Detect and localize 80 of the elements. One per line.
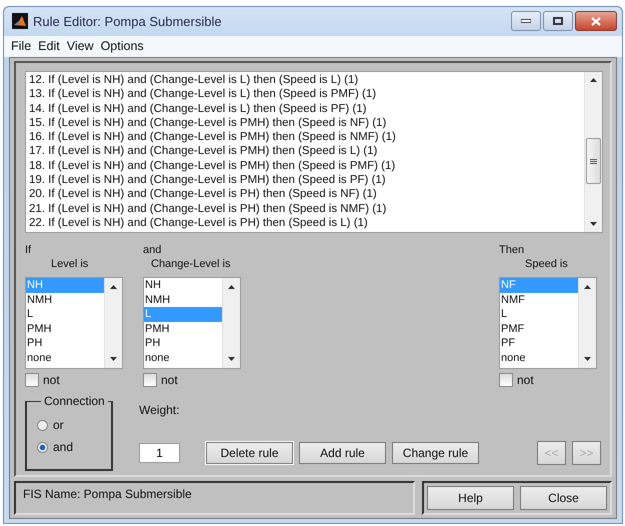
scrollbar[interactable]	[222, 278, 240, 368]
scrollbar[interactable]	[584, 72, 602, 232]
rule-item[interactable]: 13. If (Level is NH) and (Change-Level is L) then (Speed is PMF) (1)	[29, 87, 581, 102]
variable-label: Speed is	[524, 258, 569, 272]
checkbox-label: not	[43, 373, 60, 387]
down-arrow-icon	[228, 357, 235, 361]
section-label: and	[143, 244, 162, 258]
list-option[interactable]: NMH	[144, 292, 222, 307]
window-title: Rule Editor: Pompa Submersible	[33, 14, 222, 29]
rule-item[interactable]: 19. If (Level is NH) and (Change-Level is PMH) then (Speed is PF) (1)	[29, 173, 581, 188]
option-list[interactable]: NH NMH L PMH PH none	[143, 277, 241, 369]
grip-icon	[590, 158, 597, 164]
checkbox-label: not	[161, 373, 178, 387]
scrollbar[interactable]	[104, 278, 122, 368]
radio-label: or	[53, 418, 64, 432]
action-button[interactable]: Add rule	[299, 442, 386, 464]
weight-field[interactable]: 1	[139, 443, 180, 463]
dialog-button[interactable]: Help	[427, 486, 514, 510]
not-checkbox[interactable]	[499, 373, 513, 387]
rule-item[interactable]: 14. If (Level is NH) and (Change-Level is L) then (Speed is PF) (1)	[29, 102, 581, 116]
radio-button[interactable]	[37, 420, 48, 430]
list-option[interactable]: none	[26, 350, 104, 365]
rule-item[interactable]: 16. If (Level is NH) and (Change-Level is PMH) then (Speed is NMF) (1)	[29, 130, 581, 144]
not-checkbox[interactable]	[143, 373, 157, 387]
list-option[interactable]: none	[144, 350, 222, 365]
list-option[interactable]: PH	[26, 336, 104, 350]
rule-item[interactable]: 17. If (Level is NH) and (Change-Level is PMH) then (Speed is L) (1)	[29, 144, 581, 159]
dialog-button[interactable]: Close	[520, 486, 607, 510]
status-text: FIS Name: Pompa Submersible	[23, 487, 192, 501]
rule-item[interactable]: 20. If (Level is NH) and (Change-Level is PH) then (Speed is NF) (1)	[29, 187, 581, 202]
menu-item[interactable]: File	[11, 39, 32, 54]
list-option[interactable]: NMF	[500, 292, 578, 307]
option-list[interactable]: NF NMF L PMF PF none	[499, 277, 597, 369]
scrollbar[interactable]	[578, 278, 596, 368]
rule-item[interactable]: 15. If (Level is NH) and (Change-Level is PMH) then (Speed is NF) (1)	[29, 116, 581, 130]
checkbox-label: not	[517, 373, 534, 387]
menu-item[interactable]: View	[66, 39, 94, 54]
section-label: If	[25, 244, 32, 258]
list-option[interactable]: PMF	[500, 322, 578, 336]
option-list[interactable]: NH NMH L PMH PH none	[25, 277, 123, 369]
up-arrow-icon	[584, 285, 591, 289]
app-logo-icon	[12, 13, 28, 30]
up-arrow-icon	[590, 78, 597, 82]
variable-label: Level is	[50, 258, 90, 272]
minimize-icon	[521, 19, 531, 23]
list-option[interactable]: L	[500, 307, 578, 322]
group-label: Connection	[41, 394, 108, 408]
list-option[interactable]: none	[500, 350, 578, 365]
list-option[interactable]: NH	[144, 278, 222, 292]
list-option[interactable]: PF	[500, 336, 578, 350]
rule-item[interactable]: 21. If (Level is NH) and (Change-Level is PH) then (Speed is NMF) (1)	[29, 202, 581, 216]
rule-item[interactable]: 22. If (Level is NH) and (Change-Level is PH) then (Speed is L) (1)	[29, 216, 581, 230]
list-option[interactable]: L	[26, 307, 104, 322]
variable-label: Change-Level is	[150, 258, 232, 272]
list-option[interactable]: PMH	[144, 322, 222, 336]
list-option[interactable]: PMH	[26, 322, 104, 336]
close-button[interactable]	[575, 11, 617, 31]
not-checkbox[interactable]	[25, 373, 39, 387]
down-arrow-icon	[590, 222, 597, 226]
up-arrow-icon	[110, 285, 117, 289]
weight-label: Weight:	[139, 403, 180, 417]
rule-list[interactable]	[25, 71, 603, 233]
action-button[interactable]: Delete rule	[206, 442, 293, 464]
list-option[interactable]: PH	[144, 336, 222, 350]
menu-item[interactable]: Edit	[38, 39, 60, 54]
down-arrow-icon	[110, 357, 117, 361]
minimize-button[interactable]	[511, 11, 541, 31]
restore-icon	[553, 17, 563, 25]
up-arrow-icon	[228, 285, 235, 289]
restore-button[interactable]	[543, 11, 573, 31]
down-arrow-icon	[584, 357, 591, 361]
section-label: Then	[499, 244, 526, 258]
rule-item[interactable]: 12. If (Level is NH) and (Change-Level is L) then (Speed is L) (1)	[29, 73, 581, 88]
rule-item[interactable]: 18. If (Level is NH) and (Change-Level is PMH) then (Speed is PMF) (1)	[29, 158, 581, 174]
radio-label: and	[53, 440, 74, 454]
list-option[interactable]: NMH	[26, 292, 104, 307]
close-icon	[591, 16, 601, 26]
menu-item[interactable]: Options	[100, 39, 144, 54]
radio-button[interactable]	[37, 442, 48, 452]
action-button[interactable]: Change rule	[392, 442, 479, 464]
